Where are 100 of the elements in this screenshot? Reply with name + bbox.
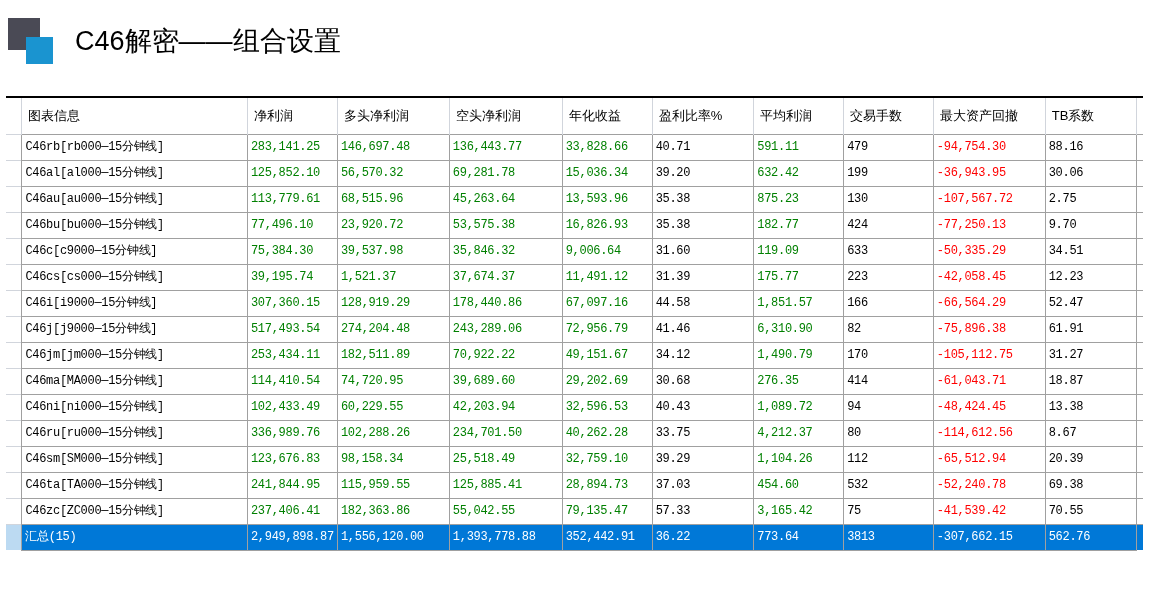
table-cell: 70.55 xyxy=(1045,498,1137,524)
table-cell: 114,410.54 xyxy=(247,368,338,394)
column-header[interactable]: 交易手数 xyxy=(843,98,934,134)
table-row[interactable]: C46au[au000—15分钟线] 113,779.61 68,515.96 45,263.64 13,593.96 35.38 875.23 130 -107,567.72 2.75 xyxy=(6,186,1143,212)
table-cell: 79,135.47 xyxy=(562,498,653,524)
table-cell: 40.71 xyxy=(652,134,754,160)
table-cell: 32,759.10 xyxy=(562,446,653,472)
table-row[interactable]: C46ta[TA000—15分钟线] 241,844.95 115,959.55 125,885.41 28,894.73 37.03 454.60 532 -52,240.78 69.38 xyxy=(6,472,1143,498)
table-cell: 11,491.12 xyxy=(562,264,653,290)
table-cell: C46ru[ru000—15分钟线] xyxy=(21,420,248,446)
table-row[interactable]: C46ru[ru000—15分钟线] 336,989.76 102,288.26 234,701.50 40,262.28 33.75 4,212.37 80 -114,612.56 8.67 xyxy=(6,420,1143,446)
table-row[interactable]: C46bu[bu000—15分钟线] 77,496.10 23,920.72 53,575.38 16,826.93 35.38 182.77 424 -77,250.13 9.70 xyxy=(6,212,1143,238)
table-cell: 39.20 xyxy=(652,160,754,186)
table-cell: 102,433.49 xyxy=(247,394,338,420)
logo-icon xyxy=(8,18,53,64)
table-cell: 773.64 xyxy=(753,524,844,550)
table-cell: 31.60 xyxy=(652,238,754,264)
table-cell: 1,393,778.88 xyxy=(449,524,563,550)
table-cell: 32,596.53 xyxy=(562,394,653,420)
table-cell: 223 xyxy=(843,264,934,290)
table-cell: 15,036.34 xyxy=(562,160,653,186)
table-cell: 352,442.91 xyxy=(562,524,653,550)
table-cell: C46j[j9000—15分钟线] xyxy=(21,316,248,342)
table-cell: 20.39 xyxy=(1045,446,1137,472)
table-cell: 336,989.76 xyxy=(247,420,338,446)
table-cell: 68,515.96 xyxy=(337,186,450,212)
table-cell: 56,570.32 xyxy=(337,160,450,186)
table-cell: 60,229.55 xyxy=(337,394,450,420)
table-row[interactable]: C46zc[ZC000—15分钟线] 237,406.41 182,363.86 55,042.55 79,135.47 57.33 3,165.42 75 -41,539.42 70.55 xyxy=(6,498,1143,524)
table-cell: 88.16 xyxy=(1045,134,1137,160)
table-cell: 34.12 xyxy=(652,342,754,368)
table-cell: 70,922.22 xyxy=(449,342,563,368)
table-cell: 1,490.79 xyxy=(753,342,844,368)
table-row[interactable]: C46al[al000—15分钟线] 125,852.10 56,570.32 69,281.78 15,036.34 39.20 632.42 199 -36,943.95 30.06 xyxy=(6,160,1143,186)
table-cell: 45,263.64 xyxy=(449,186,563,212)
table-cell: 9.70 xyxy=(1045,212,1137,238)
table-cell: 74,720.95 xyxy=(337,368,450,394)
column-header[interactable]: TB系数 xyxy=(1045,98,1137,134)
table-cell: 182,511.89 xyxy=(337,342,450,368)
table-cell: 424 xyxy=(843,212,934,238)
column-header[interactable]: 最大资产回撤 xyxy=(933,98,1046,134)
table-cell: 146,697.48 xyxy=(337,134,450,160)
table-cell: 562.76 xyxy=(1045,524,1137,550)
table-cell: 1,851.57 xyxy=(753,290,844,316)
table-cell: 16,826.93 xyxy=(562,212,653,238)
table-cell: 33.75 xyxy=(652,420,754,446)
table-row[interactable]: C46cs[cs000—15分钟线] 39,195.74 1,521.37 37,674.37 11,491.12 31.39 175.77 223 -42,058.45 12.23 xyxy=(6,264,1143,290)
column-header[interactable]: 多头净利润 xyxy=(337,98,450,134)
table-row[interactable]: C46j[j9000—15分钟线] 517,493.54 274,204.48 243,289.06 72,956.79 41.46 6,310.90 82 -75,896.38 61.91 xyxy=(6,316,1143,342)
column-header[interactable]: 盈利比率% xyxy=(652,98,754,134)
table-cell: 8.67 xyxy=(1045,420,1137,446)
column-header[interactable]: 净利润 xyxy=(247,98,338,134)
table-cell: 36.22 xyxy=(652,524,754,550)
table-cell: 98,158.34 xyxy=(337,446,450,472)
table-cell: -42,058.45 xyxy=(933,264,1046,290)
table-cell: 591.11 xyxy=(753,134,844,160)
table-cell: C46c[c9000—15分钟线] xyxy=(21,238,248,264)
table-row[interactable]: C46jm[jm000—15分钟线] 253,434.11 182,511.89 70,922.22 49,151.67 34.12 1,490.79 170 -105,112.75 31.27 xyxy=(6,342,1143,368)
table-cell: 125,852.10 xyxy=(247,160,338,186)
table-row[interactable]: C46c[c9000—15分钟线] 75,384.30 39,537.98 35,846.32 9,006.64 31.60 119.09 633 -50,335.29 34.51 xyxy=(6,238,1143,264)
table-cell: 29,202.69 xyxy=(562,368,653,394)
column-header[interactable]: 空头净利润 xyxy=(449,98,563,134)
table-cell: 39,689.60 xyxy=(449,368,563,394)
table-row[interactable]: C46ni[ni000—15分钟线] 102,433.49 60,229.55 42,203.94 32,596.53 40.43 1,089.72 94 -48,424.45 13.38 xyxy=(6,394,1143,420)
column-header[interactable]: 图表信息 xyxy=(21,98,248,134)
table-cell: 42,203.94 xyxy=(449,394,563,420)
table-cell: 52.47 xyxy=(1045,290,1137,316)
table-cell: C46jm[jm000—15分钟线] xyxy=(21,342,248,368)
column-header[interactable]: 平均利润 xyxy=(753,98,844,134)
table-cell: -307,662.15 xyxy=(933,524,1046,550)
table-cell: 49,151.67 xyxy=(562,342,653,368)
table-cell: C46zc[ZC000—15分钟线] xyxy=(21,498,248,524)
table-cell: 241,844.95 xyxy=(247,472,338,498)
table-cell: C46cs[cs000—15分钟线] xyxy=(21,264,248,290)
table-cell: -77,250.13 xyxy=(933,212,1046,238)
table-cell: C46ma[MA000—15分钟线] xyxy=(21,368,248,394)
table-row[interactable]: C46rb[rb000—15分钟线] 283,141.25 146,697.48 136,443.77 33,828.66 40.71 591.11 479 -94,754.30 88.16 xyxy=(6,134,1143,160)
table-cell: 39.29 xyxy=(652,446,754,472)
table-cell: 125,885.41 xyxy=(449,472,563,498)
table-cell: C46bu[bu000—15分钟线] xyxy=(21,212,248,238)
column-header[interactable]: 年化收益 xyxy=(562,98,653,134)
table-cell: 72,956.79 xyxy=(562,316,653,342)
table-cell: 28,894.73 xyxy=(562,472,653,498)
table-cell: 1,089.72 xyxy=(753,394,844,420)
table-row[interactable]: C46sm[SM000—15分钟线] 123,676.83 98,158.34 25,518.49 32,759.10 39.29 1,104.26 112 -65,512.94 20.39 xyxy=(6,446,1143,472)
table-cell: -50,335.29 xyxy=(933,238,1046,264)
table-row[interactable]: C46i[i9000—15分钟线] 307,360.15 128,919.29 178,440.86 67,097.16 44.58 1,851.57 166 -66,564.29 52.47 xyxy=(6,290,1143,316)
table-cell: 94 xyxy=(843,394,934,420)
table-cell: 80 xyxy=(843,420,934,446)
table-cell: 35.38 xyxy=(652,186,754,212)
selected-row[interactable]: 汇总(15) 2,949,898.87 1,556,120.00 1,393,778.88 352,442.91 36.22 773.64 3813 -307,662.15 562.76 xyxy=(6,524,1143,550)
table-cell: 39,195.74 xyxy=(247,264,338,290)
table-cell: 61.91 xyxy=(1045,316,1137,342)
table-cell: 53,575.38 xyxy=(449,212,563,238)
table-cell: 1,556,120.00 xyxy=(337,524,450,550)
table-cell: 633 xyxy=(843,238,934,264)
table-cell: 170 xyxy=(843,342,934,368)
table-row[interactable]: C46ma[MA000—15分钟线] 114,410.54 74,720.95 39,689.60 29,202.69 30.68 276.35 414 -61,043.71 18.87 xyxy=(6,368,1143,394)
table-cell: 55,042.55 xyxy=(449,498,563,524)
table-cell: 37.03 xyxy=(652,472,754,498)
